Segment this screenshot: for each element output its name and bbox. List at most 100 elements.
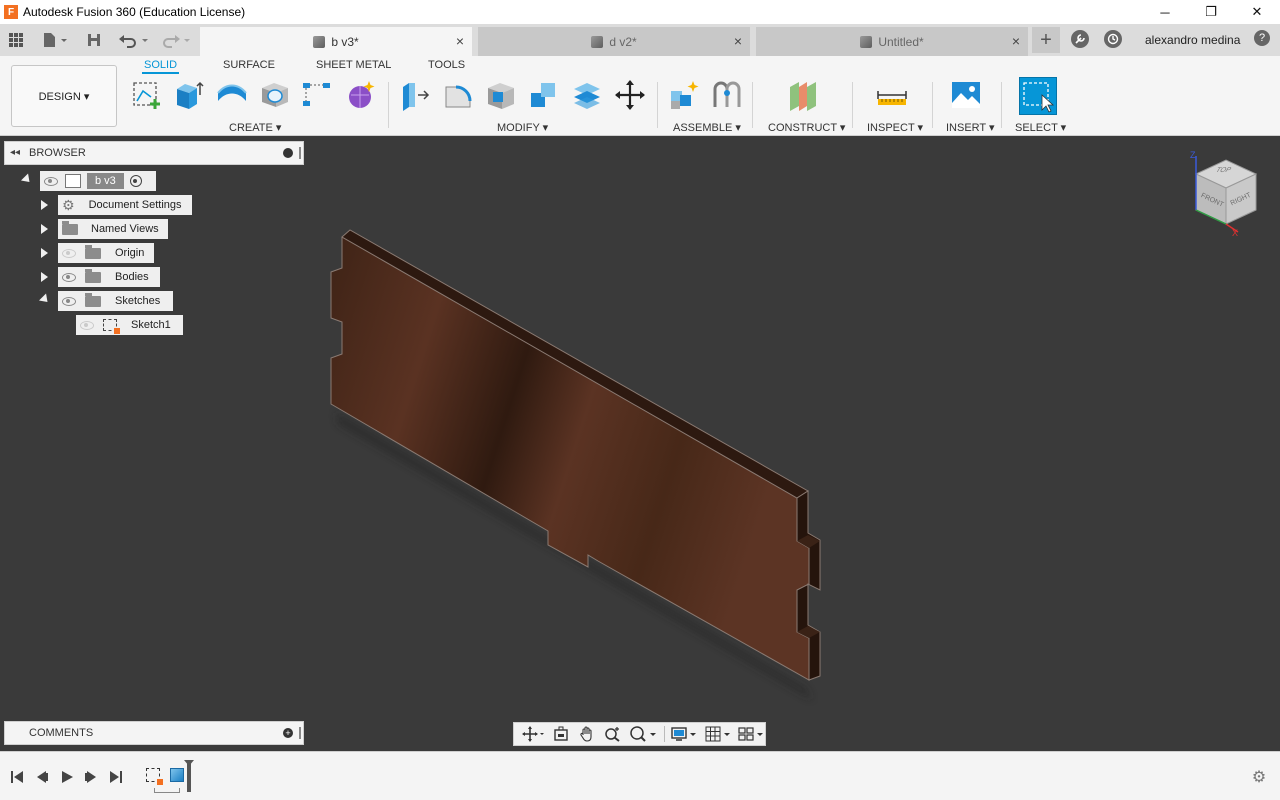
timeline-settings-gear-icon[interactable]: ⚙ (1251, 769, 1267, 786)
step-forward-icon[interactable] (83, 769, 99, 785)
timeline-sketch-feature-icon[interactable] (146, 768, 163, 785)
redo-icon[interactable] (158, 24, 192, 56)
named-views-expander[interactable] (41, 224, 48, 234)
look-at-icon[interactable] (551, 725, 571, 743)
ribbon-divider (852, 82, 853, 128)
select-tool-icon[interactable] (1019, 77, 1057, 115)
comments-title: COMMENTS (29, 727, 94, 739)
tab-untitled[interactable]: Untitled* × (756, 27, 1028, 56)
go-to-start-icon[interactable] (9, 769, 25, 785)
origin-expander[interactable] (41, 248, 48, 258)
file-menu-icon[interactable] (38, 24, 70, 56)
save-icon[interactable] (84, 24, 104, 56)
help-icon[interactable]: ? (1254, 30, 1270, 46)
shell-icon[interactable] (484, 78, 518, 112)
new-tab-button[interactable]: + (1032, 27, 1060, 53)
user-account-menu[interactable]: alexandro medina (1145, 33, 1240, 47)
timeline-extrude-feature-icon[interactable] (170, 768, 184, 782)
tree-item-sketches[interactable]: Sketches (58, 291, 173, 311)
visibility-eye-off-icon[interactable] (80, 320, 94, 330)
job-status-clock-icon[interactable] (1104, 30, 1122, 48)
document-settings-expander[interactable] (41, 200, 48, 210)
close-tab-icon[interactable]: × (1012, 33, 1020, 49)
fit-zoom-window-icon[interactable] (628, 725, 657, 743)
insert-menu[interactable]: INSERT ▾ (946, 121, 995, 134)
visibility-eye-off-icon[interactable] (62, 248, 76, 258)
offset-face-icon[interactable] (570, 78, 604, 112)
measure-icon[interactable] (875, 78, 909, 112)
new-component-icon[interactable] (667, 78, 701, 112)
move-copy-icon[interactable] (613, 78, 647, 112)
activate-component-icon[interactable] (129, 175, 142, 187)
pattern-icon[interactable] (300, 78, 334, 112)
create-menu[interactable]: CREATE ▾ (229, 121, 281, 134)
viewports-icon[interactable] (738, 725, 765, 743)
create-form-icon[interactable] (344, 78, 378, 112)
play-icon[interactable] (59, 769, 75, 785)
assemble-menu[interactable]: ASSEMBLE ▾ (673, 121, 741, 134)
combine-icon[interactable] (527, 78, 561, 112)
orbit-icon[interactable] (520, 725, 545, 743)
joint-icon[interactable] (710, 78, 744, 112)
3d-viewport[interactable]: TOP FRONT RIGHT Z X (0, 137, 1280, 750)
extensions-icon[interactable] (1071, 30, 1089, 48)
tab-d-v2[interactable]: d v2* × (478, 27, 750, 56)
wood-board-model[interactable] (0, 137, 1280, 750)
inspect-menu[interactable]: INSPECT ▾ (867, 121, 923, 134)
visibility-eye-icon[interactable] (62, 272, 76, 282)
zoom-icon[interactable] (603, 725, 623, 743)
step-back-icon[interactable] (34, 769, 50, 785)
go-to-end-icon[interactable] (108, 769, 124, 785)
data-panel-grid-icon[interactable] (4, 24, 28, 56)
fillet-icon[interactable] (441, 78, 475, 112)
tree-root-component[interactable]: b v3 (40, 171, 156, 191)
browser-resize-handle[interactable] (299, 147, 301, 159)
insert-image-icon[interactable] (949, 78, 983, 112)
window-title: Autodesk Fusion 360 (Education License) (23, 5, 246, 19)
undo-icon[interactable] (116, 24, 150, 56)
collapse-browser-icon[interactable]: ◂◂ (10, 147, 20, 158)
tree-item-document-settings[interactable]: ⚙ Document Settings (58, 195, 192, 215)
tab-b-v3[interactable]: b v3* × (200, 27, 472, 56)
display-settings-icon[interactable] (671, 725, 698, 743)
browser-minimize-icon[interactable] (283, 148, 293, 158)
press-pull-icon[interactable] (398, 78, 432, 112)
component-icon (65, 174, 81, 188)
restore-button[interactable]: ❐ (1188, 0, 1234, 24)
close-window-button[interactable]: ✕ (1234, 0, 1280, 24)
hole-icon[interactable] (258, 78, 292, 112)
create-sketch-icon[interactable] (130, 78, 164, 112)
add-comment-icon[interactable]: + (283, 728, 293, 738)
minimize-button[interactable]: ─ (1142, 0, 1188, 24)
visibility-eye-icon[interactable] (62, 296, 76, 306)
tree-item-named-views[interactable]: Named Views (58, 219, 168, 239)
tab-label: d v2* (609, 34, 637, 49)
extrude-icon[interactable] (172, 78, 206, 112)
visibility-eye-icon[interactable] (44, 176, 58, 186)
timeline-marker[interactable] (184, 760, 194, 792)
pan-hand-icon[interactable] (577, 725, 597, 743)
tab-tools[interactable]: TOOLS (428, 59, 465, 71)
timeline-bar: ⚙ (0, 751, 1280, 800)
workspace-switcher-button[interactable]: DESIGN ▾ (11, 65, 117, 127)
construct-menu[interactable]: CONSTRUCT ▾ (768, 121, 845, 134)
component-icon (313, 35, 326, 48)
close-tab-icon[interactable]: × (734, 33, 742, 49)
select-menu[interactable]: SELECT ▾ (1015, 121, 1066, 134)
tree-item-bodies[interactable]: Bodies (58, 267, 160, 287)
tab-sheet-metal[interactable]: SHEET METAL (316, 59, 391, 71)
grid-snaps-icon[interactable] (704, 725, 731, 743)
close-tab-icon[interactable]: × (456, 33, 464, 49)
view-cube[interactable]: TOP FRONT RIGHT Z X (1186, 150, 1266, 242)
timeline-bracket (154, 788, 180, 793)
title-bar: F Autodesk Fusion 360 (Education License… (0, 0, 1280, 24)
tree-item-sketch1[interactable]: Sketch1 (76, 315, 183, 335)
tree-item-origin[interactable]: Origin (58, 243, 154, 263)
bodies-expander[interactable] (41, 272, 48, 282)
offset-plane-icon[interactable] (786, 78, 820, 112)
tab-solid[interactable]: SOLID (142, 59, 180, 74)
comments-resize-handle[interactable] (299, 727, 301, 739)
revolve-icon[interactable] (215, 78, 249, 112)
modify-menu[interactable]: MODIFY ▾ (497, 121, 548, 134)
tab-surface[interactable]: SURFACE (223, 59, 275, 71)
